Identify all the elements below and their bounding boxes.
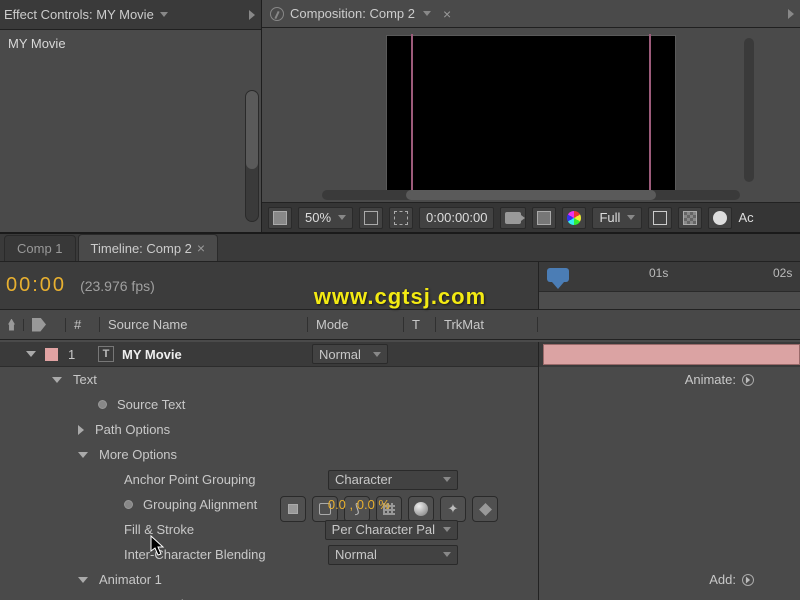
viewer-scrollbar-vertical[interactable] — [744, 38, 754, 182]
text-layer-icon: T — [98, 346, 114, 362]
zoom-value: 50% — [305, 210, 331, 225]
current-time[interactable]: 00:00 — [6, 274, 66, 297]
snapshot-icon[interactable] — [500, 207, 526, 229]
current-time-display[interactable]: 0:00:00:00 — [419, 207, 494, 229]
label-icon[interactable] — [32, 318, 46, 332]
prop-source-text[interactable]: Source Text — [117, 397, 185, 412]
col-trkmat[interactable]: TrkMat — [444, 317, 484, 332]
prop-grouping-alignment[interactable]: Grouping Alignment — [143, 497, 257, 512]
timecode-value: 0:00:00:00 — [426, 210, 487, 225]
view-label: Ac — [738, 210, 753, 225]
show-snapshot-icon[interactable] — [532, 207, 556, 229]
scrollbar-vertical[interactable] — [245, 90, 259, 222]
safe-guide-left — [411, 34, 413, 194]
layer-duration-bar[interactable] — [543, 344, 800, 365]
dropdown-value: Character — [335, 472, 392, 487]
current-time-indicator[interactable] — [547, 268, 571, 286]
layer-index: 1 — [68, 347, 98, 362]
prop-anchor-point-grouping[interactable]: Anchor Point Grouping — [124, 472, 256, 487]
col-source-name[interactable]: Source Name — [108, 317, 187, 332]
ruler-tick: 01s — [649, 266, 668, 280]
color-channel-icon[interactable] — [562, 207, 586, 229]
panel-menu-icon[interactable] — [249, 10, 255, 20]
col-mode[interactable]: Mode — [316, 317, 349, 332]
twirl-icon[interactable] — [52, 377, 62, 383]
close-icon[interactable]: × — [197, 240, 205, 256]
ruler-tick: 02s — [773, 266, 792, 280]
dropdown-value: Per Character Pal — [332, 522, 435, 537]
mode-value: Normal — [319, 347, 361, 362]
prop-fill-stroke[interactable]: Fill & Stroke — [124, 522, 194, 537]
show-channel-straight-icon[interactable] — [359, 207, 383, 229]
viewer-canvas[interactable] — [386, 35, 676, 193]
twirl-icon[interactable] — [78, 577, 88, 583]
tab-comp-1[interactable]: Comp 1 — [4, 235, 76, 261]
twirl-icon[interactable] — [26, 351, 36, 357]
tab-label: Comp 1 — [17, 241, 63, 256]
stopwatch-icon[interactable] — [124, 500, 133, 509]
toggle-mask-icon[interactable] — [389, 207, 413, 229]
blend-mode-dropdown[interactable]: Normal — [312, 344, 388, 364]
always-preview-icon[interactable] — [268, 207, 292, 229]
prop-animator-1[interactable]: Animator 1 — [99, 572, 162, 587]
fps-display: (23.976 fps) — [80, 278, 155, 294]
inter-char-blend-dropdown[interactable]: Normal — [328, 545, 458, 565]
composition-dropdown-icon[interactable] — [423, 11, 431, 16]
stopwatch-icon[interactable] — [98, 400, 107, 409]
twirl-icon[interactable] — [78, 425, 84, 435]
dropdown-value: Normal — [335, 547, 377, 562]
composition-tab[interactable]: Composition: Comp 2 — [290, 6, 415, 21]
fill-stroke-dropdown[interactable]: Per Character Pal — [325, 520, 458, 540]
roi-icon[interactable] — [648, 207, 672, 229]
effect-controls-dropdown-icon[interactable] — [160, 12, 168, 17]
zoom-dropdown[interactable]: 50% — [298, 207, 353, 229]
panel-menu-icon[interactable] — [788, 9, 794, 19]
col-number[interactable]: # — [74, 317, 81, 332]
layer-name[interactable]: MY Movie — [122, 347, 182, 362]
pin-icon[interactable] — [270, 7, 284, 21]
layer-color-swatch[interactable] — [45, 348, 58, 361]
grouping-alignment-value[interactable]: 0.0 , 0.0 % — [328, 497, 390, 512]
col-t[interactable]: T — [412, 317, 420, 332]
prop-inter-char-blending[interactable]: Inter-Character Blending — [124, 547, 266, 562]
transparency-grid-icon[interactable] — [678, 207, 702, 229]
resolution-value: Full — [599, 210, 620, 225]
viewer-scrollbar-horizontal[interactable] — [322, 190, 740, 200]
tab-comp-2[interactable]: Timeline: Comp 2 × — [78, 234, 219, 261]
safe-guide-right — [649, 34, 651, 194]
close-icon[interactable]: × — [443, 6, 451, 22]
prop-text[interactable]: Text — [73, 372, 97, 387]
twirl-icon[interactable] — [78, 452, 88, 458]
effect-controls-item-name: MY Movie — [8, 36, 253, 51]
view-layout-icon[interactable] — [708, 207, 732, 229]
prop-more-options[interactable]: More Options — [99, 447, 177, 462]
tab-label: Timeline: Comp 2 — [91, 241, 192, 256]
time-ruler[interactable]: 01s 02s — [539, 262, 800, 309]
effect-controls-tab[interactable]: Effect Controls: MY Movie — [4, 7, 154, 22]
prop-path-options[interactable]: Path Options — [95, 422, 170, 437]
av-features-icon[interactable] — [8, 319, 15, 331]
anchor-grouping-dropdown[interactable]: Character — [328, 470, 458, 490]
resolution-dropdown[interactable]: Full — [592, 207, 642, 229]
